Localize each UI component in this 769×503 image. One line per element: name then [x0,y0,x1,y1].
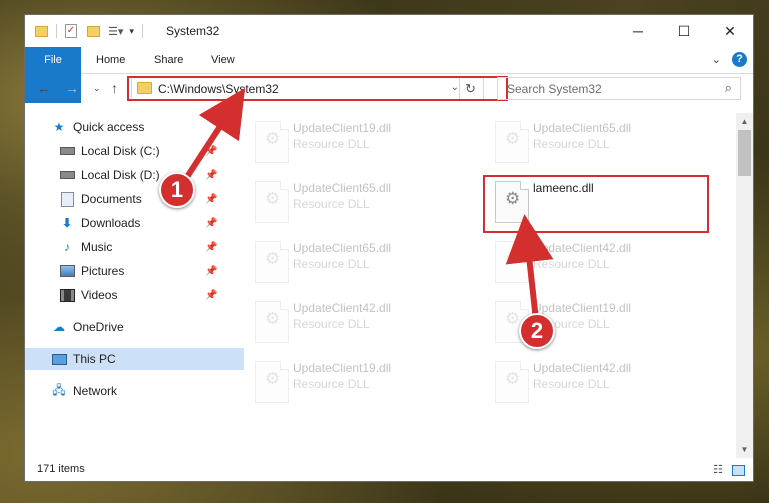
arrow-to-lameenc-file [505,214,554,321]
annotation-arrows [182,87,554,321]
callout-step-2: 2 [519,313,555,349]
callout-step-1: 1 [159,172,195,208]
arrow-to-address-bar [182,87,246,182]
